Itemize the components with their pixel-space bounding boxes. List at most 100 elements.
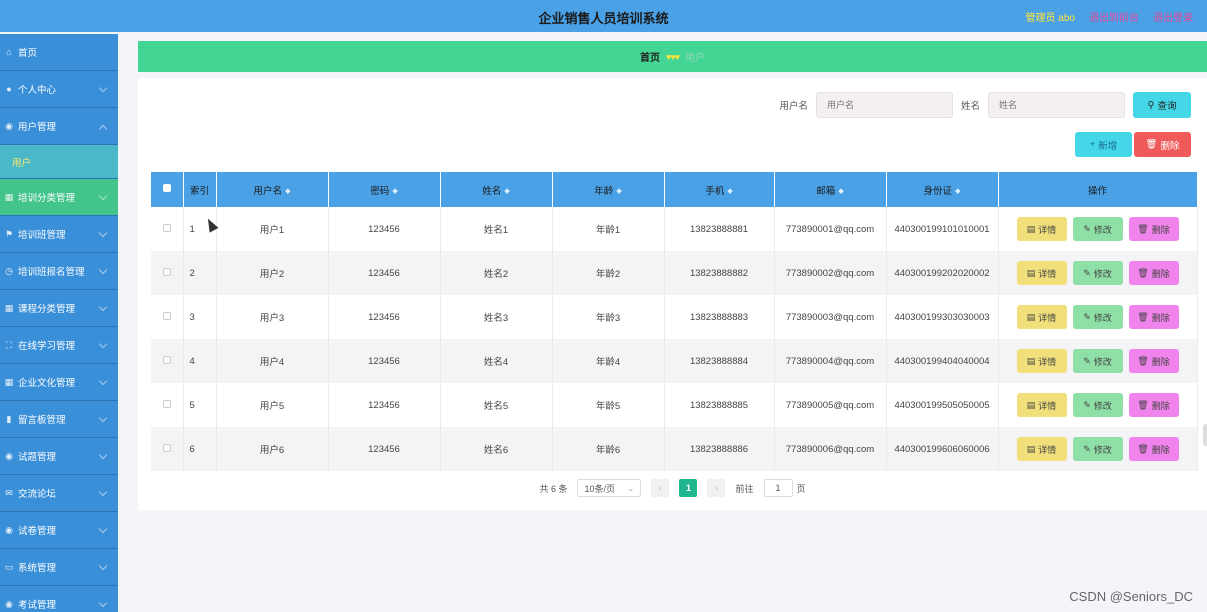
cell-phone: 13823888881 <box>664 207 775 251</box>
detail-button[interactable]: ▤ 详情 <box>1016 393 1067 417</box>
chevron-down-icon <box>98 191 108 201</box>
delete-button[interactable]: 🗑 删除 <box>1128 437 1179 461</box>
document-icon: ▤ <box>1026 355 1036 366</box>
sidebar-item-training-class[interactable]: ⚑ 培训班管理 <box>0 216 118 253</box>
select-all-checkbox[interactable] <box>151 172 184 207</box>
column-header-name[interactable]: 姓名 ◆ <box>440 172 553 207</box>
sidebar-item-system[interactable]: ▭ 系统管理 <box>0 549 118 586</box>
sort-icon: ◆ <box>727 187 733 195</box>
sidebar-item-question-management[interactable]: ◉ 试题管理 <box>0 438 118 475</box>
edit-button[interactable]: ✎ 修改 <box>1072 261 1123 285</box>
next-page-button[interactable]: › <box>707 479 726 497</box>
goto-page-input[interactable]: 1 <box>763 479 793 497</box>
edit-button[interactable]: ✎ 修改 <box>1072 437 1123 461</box>
batch-delete-button[interactable]: 🗑 删除 <box>1134 132 1191 157</box>
cell-password: 123456 <box>328 207 441 251</box>
delete-button[interactable]: 🗑 删除 <box>1128 349 1179 373</box>
column-header-id-card[interactable]: 身份证 ◆ <box>886 172 999 207</box>
sidebar-item-message-board[interactable]: ▮ 留言板管理 <box>0 401 118 438</box>
detail-button[interactable]: ▤ 详情 <box>1016 217 1067 241</box>
cell-age: 年龄1 <box>552 207 665 251</box>
search-icon: ⚲ <box>1147 99 1155 111</box>
column-header-index: 索引 <box>183 172 217 207</box>
chevron-down-icon <box>98 524 108 534</box>
edit-button[interactable]: ✎ 修改 <box>1072 217 1123 241</box>
monitor-icon: ▭ <box>4 561 14 572</box>
sidebar-item-exam-paper[interactable]: ◉ 试卷管理 <box>0 512 118 549</box>
cell-age: 年龄5 <box>552 383 665 427</box>
delete-button[interactable]: 🗑 删除 <box>1128 217 1179 241</box>
prev-page-button[interactable]: ‹ <box>651 479 670 497</box>
sidebar-item-personal-center[interactable]: ● 个人中心 <box>0 71 118 108</box>
chevron-down-icon <box>98 413 108 423</box>
detail-button[interactable]: ▤ 详情 <box>1016 305 1067 329</box>
edit-button[interactable]: ✎ 修改 <box>1072 305 1123 329</box>
sidebar-item-corporate-culture[interactable]: ▦ 企业文化管理 <box>0 364 118 401</box>
cell-index: 6 <box>183 427 217 471</box>
row-checkbox[interactable] <box>151 251 184 295</box>
row-checkbox[interactable] <box>151 207 184 251</box>
breadcrumb-home[interactable]: 首页 <box>640 49 660 64</box>
row-checkbox[interactable] <box>151 427 184 471</box>
location-icon: ◉ <box>5 598 13 609</box>
detail-button[interactable]: ▤ 详情 <box>1016 261 1067 285</box>
delete-button[interactable]: 🗑 删除 <box>1128 393 1179 417</box>
goto-label: 前往 <box>735 483 754 494</box>
table-row: 3 用户3 123456 姓名3 年龄3 13823888883 773890003@qq.… <box>151 295 1198 339</box>
detail-button[interactable]: ▤ 详情 <box>1016 437 1067 461</box>
cell-username: 用户2 <box>216 251 329 295</box>
current-page[interactable]: 1 <box>679 479 698 497</box>
location-icon: ◉ <box>5 120 13 131</box>
table-header-row: 索引 用户名 ◆ 密码 ◆ 姓名 ◆ 年龄 ◆ 手机 ◆ 邮箱 ◆ 身份证 ◆ 操作 <box>151 172 1198 207</box>
row-checkbox[interactable] <box>151 339 184 383</box>
sidebar-item-course-category[interactable]: ▦ 课程分类管理 <box>0 290 118 327</box>
row-checkbox[interactable] <box>151 295 184 339</box>
search-form: 用户名 姓名 ⚲查询 <box>779 92 1191 118</box>
sidebar-item-home[interactable]: ⌂ 首页 <box>0 34 118 71</box>
pencil-icon: ✎ <box>1083 399 1091 410</box>
scroll-edge-handle[interactable] <box>1203 424 1207 446</box>
cell-password: 123456 <box>328 383 441 427</box>
edit-button[interactable]: ✎ 修改 <box>1072 349 1123 373</box>
row-checkbox[interactable] <box>151 383 184 427</box>
name-search-input[interactable] <box>988 92 1125 118</box>
cell-password: 123456 <box>328 295 441 339</box>
delete-button[interactable]: 🗑 删除 <box>1128 305 1179 329</box>
column-header-username[interactable]: 用户名 ◆ <box>216 172 329 207</box>
trash-icon: 🗑 <box>1137 399 1149 410</box>
chevron-down-icon <box>98 561 108 571</box>
edit-button[interactable]: ✎ 修改 <box>1072 393 1123 417</box>
logout-link[interactable]: 退出登录 <box>1153 9 1193 24</box>
document-icon: ▤ <box>1026 311 1036 322</box>
cell-username: 用户5 <box>216 383 329 427</box>
sidebar-item-training-category[interactable]: ▦ 培训分类管理 <box>0 179 118 216</box>
cell-id-card: 440300199202020002 <box>886 251 999 295</box>
sidebar-item-class-registration[interactable]: ◷ 培训班报名管理 <box>0 253 118 290</box>
column-header-email[interactable]: 邮箱 ◆ <box>774 172 887 207</box>
sidebar-subitem-users[interactable]: 用户 <box>0 145 118 179</box>
sidebar-item-online-learning[interactable]: ⛶ 在线学习管理 <box>0 327 118 364</box>
sidebar-item-user-management[interactable]: ◉ 用户管理 <box>0 108 118 145</box>
column-header-phone[interactable]: 手机 ◆ <box>664 172 775 207</box>
cell-age: 年龄6 <box>552 427 665 471</box>
add-button[interactable]: + 新增 <box>1075 132 1132 157</box>
back-to-front-link[interactable]: 退出到前台 <box>1089 9 1139 24</box>
delete-button[interactable]: 🗑 删除 <box>1128 261 1179 285</box>
username-search-input[interactable] <box>815 92 953 118</box>
column-header-password[interactable]: 密码 ◆ <box>328 172 441 207</box>
chevron-up-icon <box>98 124 108 134</box>
trash-icon: 🗑 <box>1137 443 1149 454</box>
sidebar-item-forum[interactable]: ✉ 交流论坛 <box>0 475 118 512</box>
page-size-select[interactable]: 10条/页 ⌄ <box>577 479 642 497</box>
sidebar-item-exam[interactable]: ◉ 考试管理 <box>0 586 118 612</box>
detail-button[interactable]: ▤ 详情 <box>1016 349 1067 373</box>
cell-name: 姓名3 <box>440 295 553 339</box>
cell-name: 姓名2 <box>440 251 553 295</box>
cell-phone: 13823888884 <box>664 339 775 383</box>
cell-id-card: 440300199101010001 <box>886 207 999 251</box>
query-button[interactable]: ⚲ 查询 <box>1133 92 1191 118</box>
column-header-age[interactable]: 年龄 ◆ <box>552 172 665 207</box>
pagination: 共 6 条 10条/页 ⌄ ‹ 1 › 前往 1 页 <box>138 479 1207 497</box>
page-unit-label: 页 <box>796 483 806 494</box>
cell-index: 2 <box>183 251 217 295</box>
